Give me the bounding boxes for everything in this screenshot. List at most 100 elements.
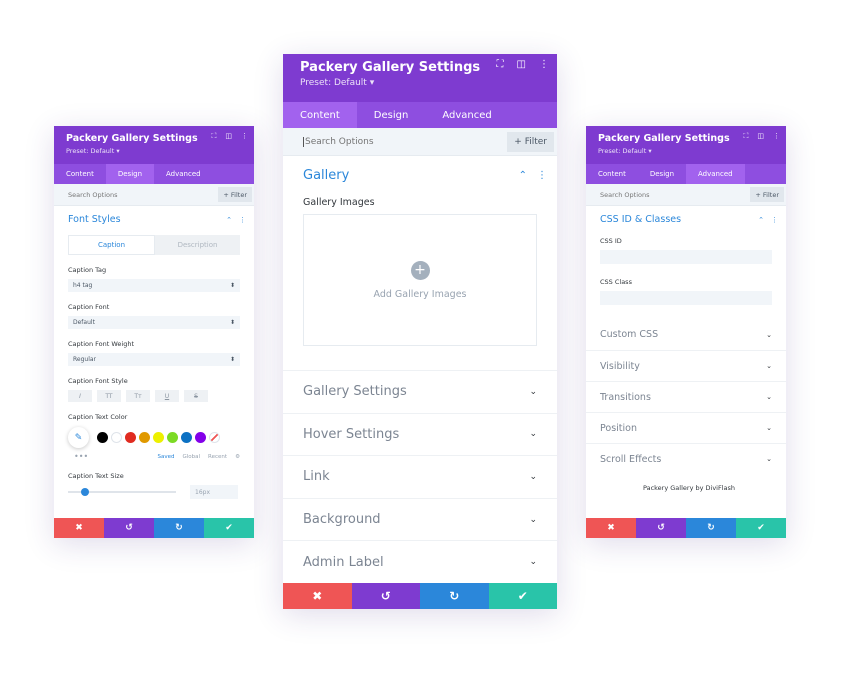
more-options-icon[interactable]: ⋮ [537, 170, 547, 181]
split-view-icon[interactable]: ◫ [757, 133, 764, 140]
redo-button[interactable]: ↻ [420, 583, 489, 609]
section-visibility[interactable]: Visibility ⌄ [586, 350, 786, 381]
tab-content[interactable]: Content [54, 164, 106, 184]
collapse-icon[interactable]: ⌃ [226, 216, 232, 224]
split-view-icon[interactable]: ◫ [225, 133, 232, 140]
checkmark-icon: ✔ [517, 589, 528, 603]
tab-advanced[interactable]: Advanced [686, 164, 745, 184]
redo-button[interactable]: ↻ [154, 518, 204, 538]
redo-icon: ↻ [707, 523, 715, 533]
search-input[interactable] [600, 190, 710, 199]
save-button[interactable]: ✔ [204, 518, 254, 538]
tab-content[interactable]: Content [586, 164, 638, 184]
caption-font-weight-select[interactable]: Regular ⬍ [68, 353, 240, 366]
color-swatch[interactable] [125, 432, 136, 443]
section-hover-settings[interactable]: Hover Settings ⌄ [283, 412, 557, 456]
section-admin-label[interactable]: Admin Label ⌄ [283, 540, 557, 583]
save-button[interactable]: ✔ [736, 518, 786, 538]
size-slider-track[interactable] [68, 488, 176, 496]
search-input[interactable] [68, 190, 178, 199]
more-options-icon[interactable]: ⋮ [773, 133, 780, 140]
cancel-button[interactable]: ✖ [283, 583, 352, 609]
redo-button[interactable]: ↻ [686, 518, 736, 538]
section-link[interactable]: Link ⌄ [283, 455, 557, 498]
italic-button[interactable]: I [68, 390, 92, 402]
tab-advanced[interactable]: Advanced [425, 102, 508, 128]
caption-text-color-label: Caption Text Color [68, 413, 128, 421]
add-gallery-images-dropzone[interactable]: + Add Gallery Images [303, 214, 537, 346]
subtab-description[interactable]: Description [155, 235, 240, 255]
tab-content[interactable]: Content [283, 102, 357, 128]
section-header-gallery[interactable]: Gallery ⌃ ⋮ [303, 168, 547, 183]
recent-colors-tab[interactable]: Recent [208, 454, 227, 460]
css-id-input[interactable] [600, 250, 772, 264]
tab-design[interactable]: Design [357, 102, 426, 128]
section-scroll-effects[interactable]: Scroll Effects ⌄ [586, 443, 786, 474]
filter-button[interactable]: + Filter [218, 187, 252, 202]
undo-button[interactable]: ↺ [636, 518, 686, 538]
focus-icon[interactable]: ⛶ [497, 60, 504, 70]
gallery-section: Gallery ⌃ ⋮ Gallery Images + Add Gallery… [283, 156, 557, 346]
color-swatch[interactable] [195, 432, 206, 443]
chevron-down-icon: ⌄ [529, 514, 537, 525]
preset-selector[interactable]: Preset: Default ▾ [66, 147, 242, 155]
more-options-icon[interactable]: ⋮ [771, 216, 778, 224]
split-view-icon[interactable]: ◫ [517, 60, 526, 70]
section-header-css-id-classes[interactable]: CSS ID & Classes ⌃ ⋮ [600, 214, 778, 225]
more-options-icon[interactable]: ⋮ [241, 133, 248, 140]
filter-button[interactable]: + Filter [507, 131, 554, 152]
search-bar: + Filter [586, 184, 786, 206]
more-options-icon[interactable]: ⋮ [539, 60, 549, 70]
collapse-icon[interactable]: ⌃ [519, 170, 527, 181]
center-settings-panel: Packery Gallery Settings Preset: Default… [283, 54, 557, 609]
section-transitions[interactable]: Transitions ⌄ [586, 381, 786, 412]
filter-button[interactable]: + Filter [750, 187, 784, 202]
gear-icon[interactable]: ⚙ [235, 454, 240, 460]
focus-icon[interactable]: ⛶ [211, 133, 216, 140]
cancel-button[interactable]: ✖ [586, 518, 636, 538]
preset-selector[interactable]: Preset: Default ▾ [598, 147, 774, 155]
collapsed-sections: Gallery Settings ⌄ Hover Settings ⌄ Link ⌄ … [283, 370, 557, 583]
section-header-font-styles[interactable]: Font Styles ⌃ ⋮ [68, 214, 246, 225]
uppercase-button[interactable]: TT [97, 390, 121, 402]
color-swatch[interactable] [167, 432, 178, 443]
caption-tag-select[interactable]: h4 tag ⬍ [68, 279, 240, 292]
color-swatch[interactable] [97, 432, 108, 443]
size-slider-handle[interactable] [81, 488, 89, 496]
no-color-swatch[interactable] [209, 432, 220, 443]
save-button[interactable]: ✔ [488, 583, 557, 609]
chevron-down-icon: ⌄ [529, 386, 537, 397]
search-input[interactable] [303, 136, 463, 147]
tab-bar: Content Design Advanced [586, 164, 786, 184]
preset-selector[interactable]: Preset: Default ▾ [300, 78, 540, 88]
more-options-icon[interactable]: ⋮ [239, 216, 246, 224]
section-gallery-settings[interactable]: Gallery Settings ⌄ [283, 370, 557, 413]
collapse-icon[interactable]: ⌃ [758, 216, 764, 224]
color-swatch[interactable] [111, 432, 122, 443]
tab-advanced[interactable]: Advanced [154, 164, 213, 184]
redo-icon: ↻ [175, 523, 183, 533]
color-swatch[interactable] [153, 432, 164, 443]
size-input[interactable]: 16px [190, 485, 238, 499]
strikethrough-button[interactable]: S [184, 390, 208, 402]
underline-button[interactable]: U [155, 390, 179, 402]
caption-font-select[interactable]: Default ⬍ [68, 316, 240, 329]
cancel-button[interactable]: ✖ [54, 518, 104, 538]
eyedropper-icon[interactable]: ✎ [68, 427, 89, 448]
capitalize-button[interactable]: Tт [126, 390, 150, 402]
tab-design[interactable]: Design [105, 164, 155, 184]
subtab-caption[interactable]: Caption [68, 235, 155, 255]
saved-colors-tab[interactable]: Saved [158, 454, 175, 460]
tab-design[interactable]: Design [638, 164, 686, 184]
css-class-input[interactable] [600, 291, 772, 305]
global-colors-tab[interactable]: Global [183, 454, 201, 460]
more-dots-icon[interactable]: ••• [74, 453, 88, 461]
section-background[interactable]: Background ⌄ [283, 497, 557, 541]
focus-icon[interactable]: ⛶ [743, 133, 748, 140]
undo-button[interactable]: ↺ [351, 583, 420, 609]
color-swatch[interactable] [181, 432, 192, 443]
undo-button[interactable]: ↺ [104, 518, 154, 538]
color-swatch[interactable] [139, 432, 150, 443]
section-custom-css[interactable]: Custom CSS ⌄ [586, 319, 786, 350]
section-position[interactable]: Position ⌄ [586, 412, 786, 443]
